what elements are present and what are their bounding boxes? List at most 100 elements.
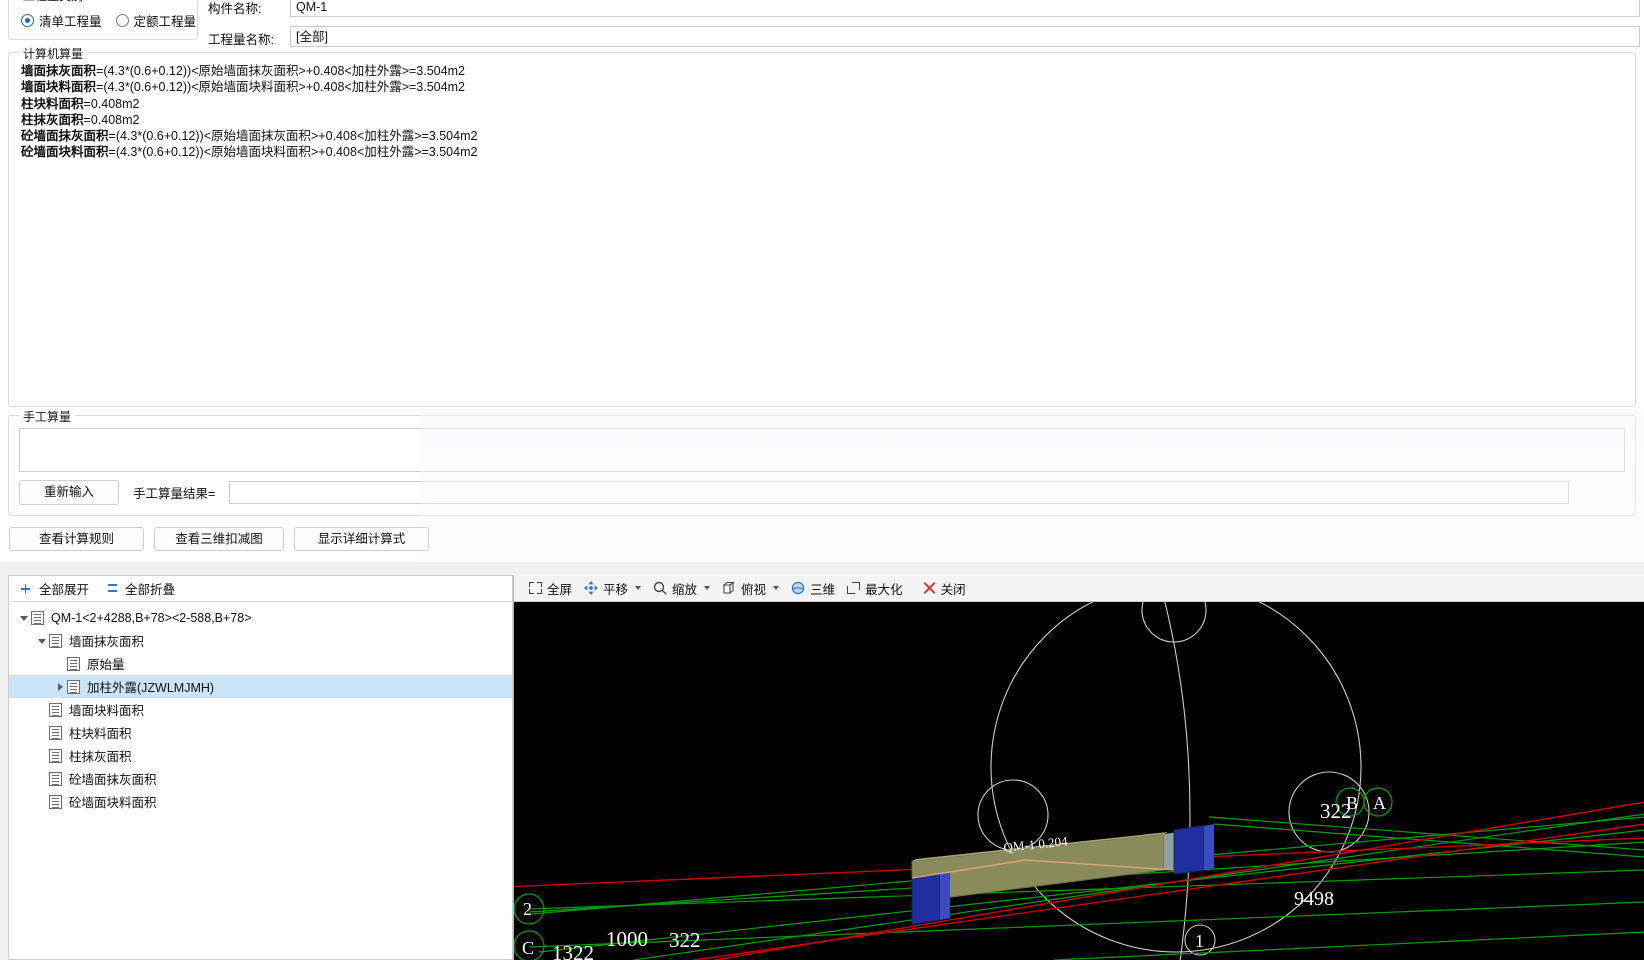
close-viewer-button[interactable]: 关闭 [920, 576, 975, 600]
document-icon [67, 679, 80, 694]
application-window: 工程量类别 清单工程量 定额工程量 构件名称: QM-1 工程量名称: [全部] [0, 0, 1644, 960]
tree-twisty-icon [35, 744, 49, 767]
calc-line: 墙面抹灰面积=(4.3*(0.6+0.12))<原始墙面抹灰面积>+0.408<… [21, 63, 1625, 79]
document-icon [67, 656, 80, 671]
three-d-button[interactable]: 三维 [788, 576, 844, 600]
tree-row[interactable]: 原始量 [9, 652, 512, 675]
calc-line-name: 柱抹灰面积 [21, 112, 84, 127]
close-icon [923, 582, 936, 595]
manual-calculation-title: 手工算量 [19, 408, 76, 425]
grid-label: B [1346, 793, 1358, 813]
tree-row[interactable]: 加柱外露(JZWLMJMH) [9, 675, 512, 698]
calc-line: 柱抹灰面积=0.408m2 [21, 112, 1625, 128]
three-d-canvas[interactable]: QM-1 0.204 322 B A 9498 1 2 C 1322 1000 … [514, 602, 1644, 960]
tree-row[interactable]: 柱抹灰面积 [9, 744, 512, 767]
tree-row[interactable]: 砼墙面抹灰面积 [9, 767, 512, 790]
maximize-icon [847, 582, 861, 594]
calc-line-expr: =(4.3*(0.6+0.12))<原始墙面抹灰面积>+0.408<加柱外露>=… [108, 129, 478, 144]
chevron-down-icon[interactable] [635, 586, 642, 590]
calc-line-name: 墙面抹灰面积 [21, 64, 97, 78]
quantity-name-input[interactable]: [全部] [290, 26, 1640, 47]
tree-twisty-icon [35, 721, 49, 744]
tree-row[interactable]: 墙面块料面积 [9, 698, 512, 721]
quantity-category-group: 工程量类别 清单工程量 定额工程量 [8, 0, 198, 40]
tree-twisty-icon[interactable] [17, 606, 31, 629]
calc-line-expr: =(4.3*(0.6+0.12))<原始墙面块料面积>+0.408<加柱外露>=… [96, 80, 465, 95]
tree-twisty-icon [35, 767, 49, 790]
collapse-all-label: 全部折叠 [125, 583, 176, 597]
tree-row[interactable]: 砼墙面块料面积 [9, 790, 512, 813]
grid-label: 1000 [606, 927, 648, 951]
grid-label: A [1373, 793, 1386, 813]
tree-row-label: 柱块料面积 [69, 727, 132, 741]
calc-line: 砼墙面抹灰面积=(4.3*(0.6+0.12))<原始墙面抹灰面积>+0.408… [21, 128, 1625, 144]
quantity-detail-pane: 工程量类别 清单工程量 定额工程量 构件名称: QM-1 工程量名称: [全部] [0, 0, 1644, 570]
fullscreen-button[interactable]: 全屏 [526, 576, 581, 600]
document-icon [49, 725, 62, 740]
tree-row-label: 加柱外露(JZWLMJMH) [87, 681, 215, 695]
radio-norm-quantity-dot[interactable] [115, 14, 129, 27]
calc-line-name: 柱块料面积 [21, 96, 84, 111]
calc-line-name: 砼墙面块料面积 [21, 145, 109, 160]
component-name-input[interactable]: QM-1 [290, 0, 1640, 17]
tree-row-label: 原始量 [87, 658, 125, 672]
expand-all-button[interactable]: 全部展开 [21, 579, 89, 598]
document-icon [49, 771, 62, 786]
radio-bill-quantity-label: 清单工程量 [39, 15, 102, 29]
tree-row-label: 柱抹灰面积 [69, 750, 132, 764]
quantity-name-row: 工程量名称: [208, 29, 274, 48]
fullscreen-icon [529, 582, 542, 594]
manual-calculation-textarea[interactable] [19, 428, 1625, 472]
calc-line-expr: =(4.3*(0.6+0.12))<原始墙面抹灰面积>+0.408<加柱外露>=… [96, 64, 465, 78]
wall-label: QM-1 0.204 [1003, 833, 1069, 855]
radio-bill-quantity[interactable]: 清单工程量 [21, 11, 102, 30]
manual-result-input[interactable] [229, 481, 1570, 504]
topview-button[interactable]: 俯视 [719, 576, 788, 600]
radio-bill-quantity-dot[interactable] [21, 14, 34, 27]
document-icon [49, 633, 62, 648]
bottom-pane: 全部展开 全部折叠 QM-1<2+4288,B+78><2-588,B+78> … [0, 562, 1644, 960]
computer-calculation-group: 计算机算量 墙面抹灰面积=(4.3*(0.6+0.12))<原始墙面抹灰面积>+… [8, 45, 1636, 407]
zoom-icon [653, 581, 667, 595]
component-name-label: 构件名称: [208, 2, 262, 16]
tree-row[interactable]: QM-1<2+4288,B+78><2-588,B+78> [9, 606, 512, 629]
pan-button[interactable]: 平移 [581, 576, 650, 600]
fullscreen-label: 全屏 [547, 582, 573, 597]
chevron-down-icon[interactable] [704, 586, 711, 590]
three-d-viewer: 全屏 平移 缩放 俯视 三维 最大化 关闭 QM-1 0.204 322 B A… [513, 575, 1644, 960]
tree-row[interactable]: 柱块料面积 [9, 721, 512, 744]
tree-row-label: QM-1<2+4288,B+78><2-588,B+78> [51, 610, 252, 625]
calc-line: 墙面块料面积=(4.3*(0.6+0.12))<原始墙面块料面积>+0.408<… [21, 79, 1625, 95]
tree-twisty-icon[interactable] [53, 675, 67, 698]
manual-result-label: 手工算量结果= [133, 487, 216, 501]
collapse-all-button[interactable]: 全部折叠 [107, 579, 175, 598]
calc-line-expr: =0.408m2 [83, 112, 140, 127]
tree-twisty-icon[interactable] [35, 629, 49, 652]
expand-all-icon [21, 582, 34, 595]
grid-label: C [522, 938, 534, 958]
tree-row[interactable]: 墙面抹灰面积 [9, 629, 512, 652]
tree-twisty-icon [53, 652, 67, 675]
calc-line: 柱块料面积=0.408m2 [21, 96, 1625, 112]
view-calculation-rule-button[interactable]: 查看计算规则 [9, 527, 144, 551]
calc-line: 砼墙面块料面积=(4.3*(0.6+0.12))<原始墙面块料面积>+0.408… [21, 144, 1625, 160]
action-button-row: 查看计算规则 查看三维扣减图 显示详细计算式 [9, 527, 429, 551]
view-3d-deduction-button[interactable]: 查看三维扣减图 [154, 527, 284, 551]
redo-input-button[interactable]: 重新输入 [19, 480, 119, 505]
quantity-category-title: 工程量类别 [19, 0, 88, 4]
radio-norm-quantity[interactable]: 定额工程量 [115, 11, 197, 30]
document-icon [49, 794, 62, 809]
radio-norm-quantity-label: 定额工程量 [133, 15, 197, 29]
collapse-all-icon [107, 582, 120, 595]
maximize-button[interactable]: 最大化 [844, 576, 912, 600]
tree-row-label: 砼墙面抹灰面积 [69, 773, 157, 787]
zoom-button[interactable]: 缩放 [650, 576, 719, 600]
document-icon [31, 610, 44, 625]
grid-label: 1 [1195, 931, 1204, 951]
quantity-name-label: 工程量名称: [208, 33, 274, 47]
calc-line-expr: =(4.3*(0.6+0.12))<原始墙面块料面积>+0.408<加柱外露>=… [108, 145, 478, 160]
chevron-down-icon[interactable] [773, 586, 780, 590]
show-detailed-formula-button[interactable]: 显示详细计算式 [294, 527, 429, 551]
tree-body: QM-1<2+4288,B+78><2-588,B+78> 墙面抹灰面积 原始量… [9, 602, 512, 813]
tree-row-label: 墙面抹灰面积 [69, 635, 145, 649]
